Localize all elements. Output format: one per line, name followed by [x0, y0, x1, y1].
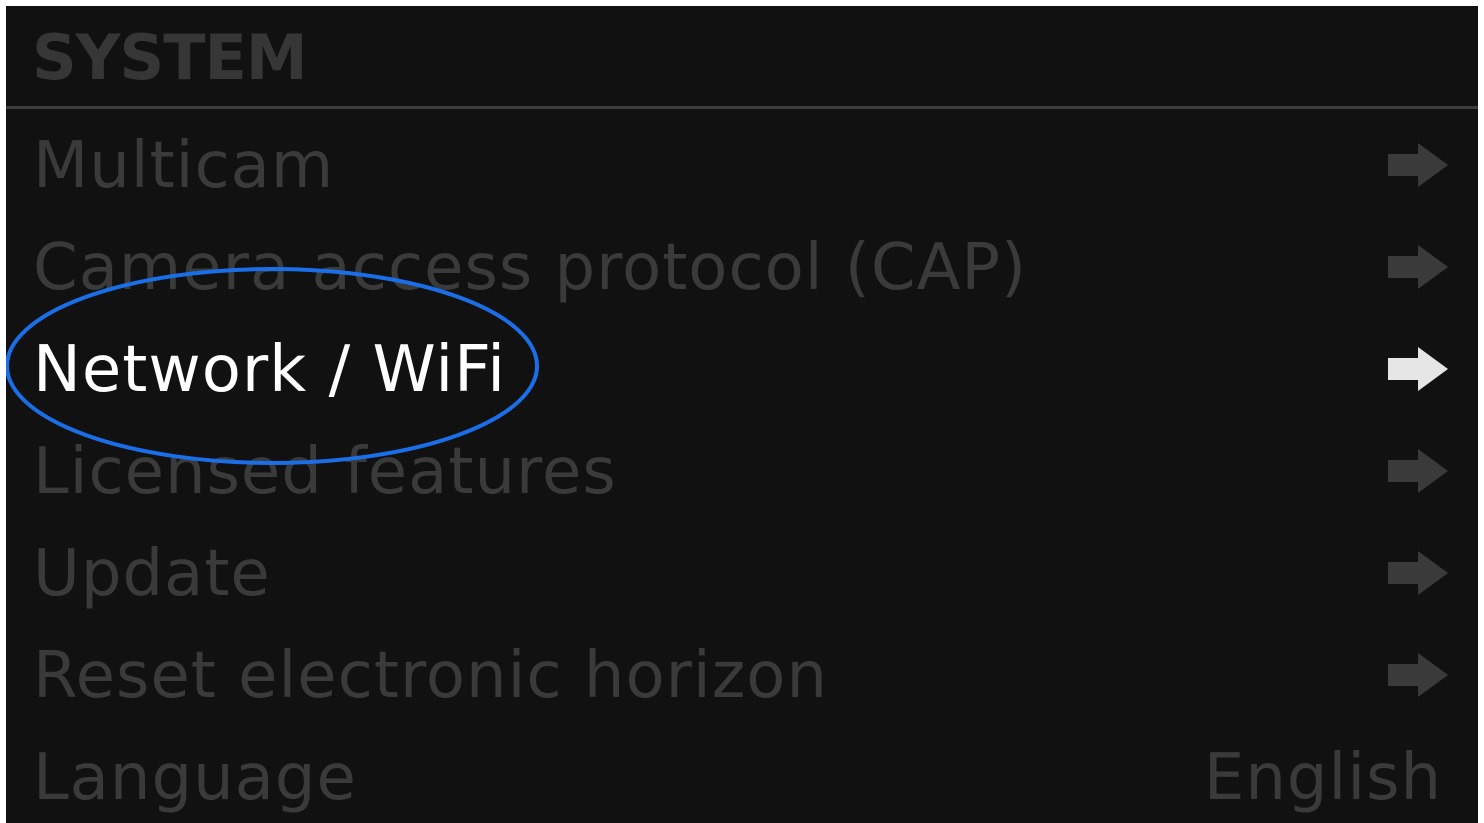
menu-item-update[interactable]: Update [6, 520, 1478, 622]
system-menu-screen: SYSTEM Multicam Camera access protocol (… [6, 6, 1478, 823]
menu-item-language[interactable]: Language English [6, 724, 1478, 823]
header-divider [6, 106, 1478, 109]
menu-item-label: Language [33, 741, 357, 815]
menu-item-camera-access-protocol[interactable]: Camera access protocol (CAP) [6, 214, 1478, 316]
menu-item-label: Camera access protocol (CAP) [33, 231, 1027, 305]
menu-item-label: Network / WiFi [33, 333, 507, 407]
menu-item-label: Licensed features [33, 435, 617, 509]
menu-item-label: Reset electronic horizon [33, 639, 828, 713]
menu-header: SYSTEM [6, 6, 1478, 109]
arrow-right-icon [1388, 347, 1448, 391]
menu-item-network-wifi[interactable]: Network / WiFi [6, 316, 1478, 418]
language-value: English [1203, 741, 1442, 815]
arrow-right-icon [1388, 143, 1448, 187]
arrow-right-icon [1388, 449, 1448, 493]
menu-item-multicam[interactable]: Multicam [6, 112, 1478, 214]
page-title: SYSTEM [32, 21, 308, 94]
menu-item-label: Update [33, 537, 271, 611]
arrow-right-icon [1388, 245, 1448, 289]
menu-item-licensed-features[interactable]: Licensed features [6, 418, 1478, 520]
arrow-right-icon [1388, 551, 1448, 595]
menu-item-label: Multicam [33, 129, 335, 203]
menu-item-reset-electronic-horizon[interactable]: Reset electronic horizon [6, 622, 1478, 724]
arrow-right-icon [1388, 653, 1448, 697]
